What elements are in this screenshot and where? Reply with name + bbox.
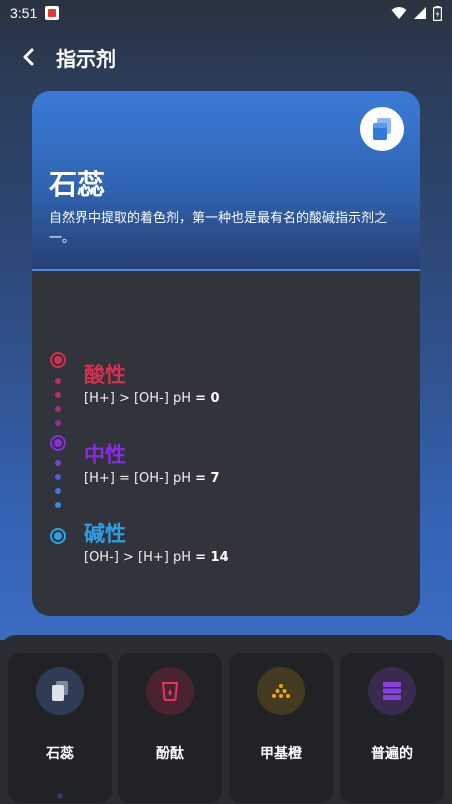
- tab-label: 普遍的: [371, 746, 413, 762]
- tab-phenolphthalein[interactable]: 酚酞: [118, 653, 222, 803]
- tab-methyl-orange[interactable]: 甲基橙: [229, 653, 333, 803]
- back-arrow-icon: [23, 48, 34, 66]
- timeline-node-neutral: [50, 435, 66, 451]
- tab-litmus[interactable]: 石蕊: [8, 653, 112, 803]
- litmus-icon: [52, 681, 68, 701]
- timeline-node-base: [50, 528, 66, 544]
- page-title: 指示剂: [56, 46, 116, 71]
- base-label: 碱性: [84, 522, 126, 546]
- indicator-description: 自然界中提取的着色剂，第一种也是最有名的酸碱指示剂之一。: [49, 211, 388, 246]
- tab-universal[interactable]: 普遍的: [340, 653, 444, 803]
- phenolphthalein-icon: [161, 682, 179, 701]
- indicator-title: 石蕊: [49, 168, 106, 201]
- universal-icon: [383, 682, 401, 700]
- neutral-label: 中性: [84, 443, 126, 467]
- wifi-icon: [391, 7, 407, 19]
- timeline-dot: [55, 460, 61, 466]
- indicator-card: 石蕊 自然界中提取的着色剂，第一种也是最有名的酸碱指示剂之一。 酸性 [H+] …: [32, 91, 420, 616]
- selected-indicator-dot: [57, 793, 63, 799]
- tab-icon-badge: [36, 667, 84, 715]
- status-bar: 3:51: [0, 0, 452, 26]
- battery-icon: [433, 5, 442, 21]
- tab-icon-badge: [146, 667, 194, 715]
- timeline-dot: [55, 378, 61, 384]
- timeline-dot: [55, 488, 61, 494]
- timeline-dot: [55, 420, 61, 426]
- indicator-selector: 石蕊 酚酞 甲基橙 普遍的: [0, 635, 452, 804]
- litmus-icon: [373, 118, 391, 140]
- timeline-dot: [55, 474, 61, 480]
- tab-icon-badge: [257, 667, 305, 715]
- acid-label: 酸性: [84, 363, 126, 387]
- tab-icon-badge: [368, 667, 416, 715]
- signal-icon: [414, 7, 426, 19]
- status-time: 3:51: [10, 5, 38, 21]
- tab-label: 石蕊: [46, 746, 74, 762]
- timeline-dot: [55, 406, 61, 412]
- status-icons: [391, 5, 442, 21]
- timeline-dot: [55, 502, 61, 508]
- ph-timeline: 酸性 [H+] > [OH-] pH = 0 中性 [H+] = [OH-] p…: [32, 271, 420, 616]
- tab-label: 酚酞: [156, 746, 184, 762]
- timeline-dot: [55, 392, 61, 398]
- methyl-orange-icon: [272, 684, 290, 698]
- tab-label: 甲基橙: [260, 746, 302, 762]
- card-icon-badge: [360, 107, 404, 151]
- back-button[interactable]: [0, 36, 56, 78]
- neutral-formula: [H+] = [OH-] pH = 7: [84, 471, 220, 486]
- base-formula: [OH-] > [H+] pH = 14: [84, 550, 229, 565]
- timeline-node-acid: [50, 352, 66, 368]
- card-header: 石蕊 自然界中提取的着色剂，第一种也是最有名的酸碱指示剂之一。: [32, 91, 420, 271]
- notification-app-icon: [45, 6, 60, 20]
- app-bar: 指示剂: [0, 36, 452, 78]
- acid-formula: [H+] > [OH-] pH = 0: [84, 391, 220, 406]
